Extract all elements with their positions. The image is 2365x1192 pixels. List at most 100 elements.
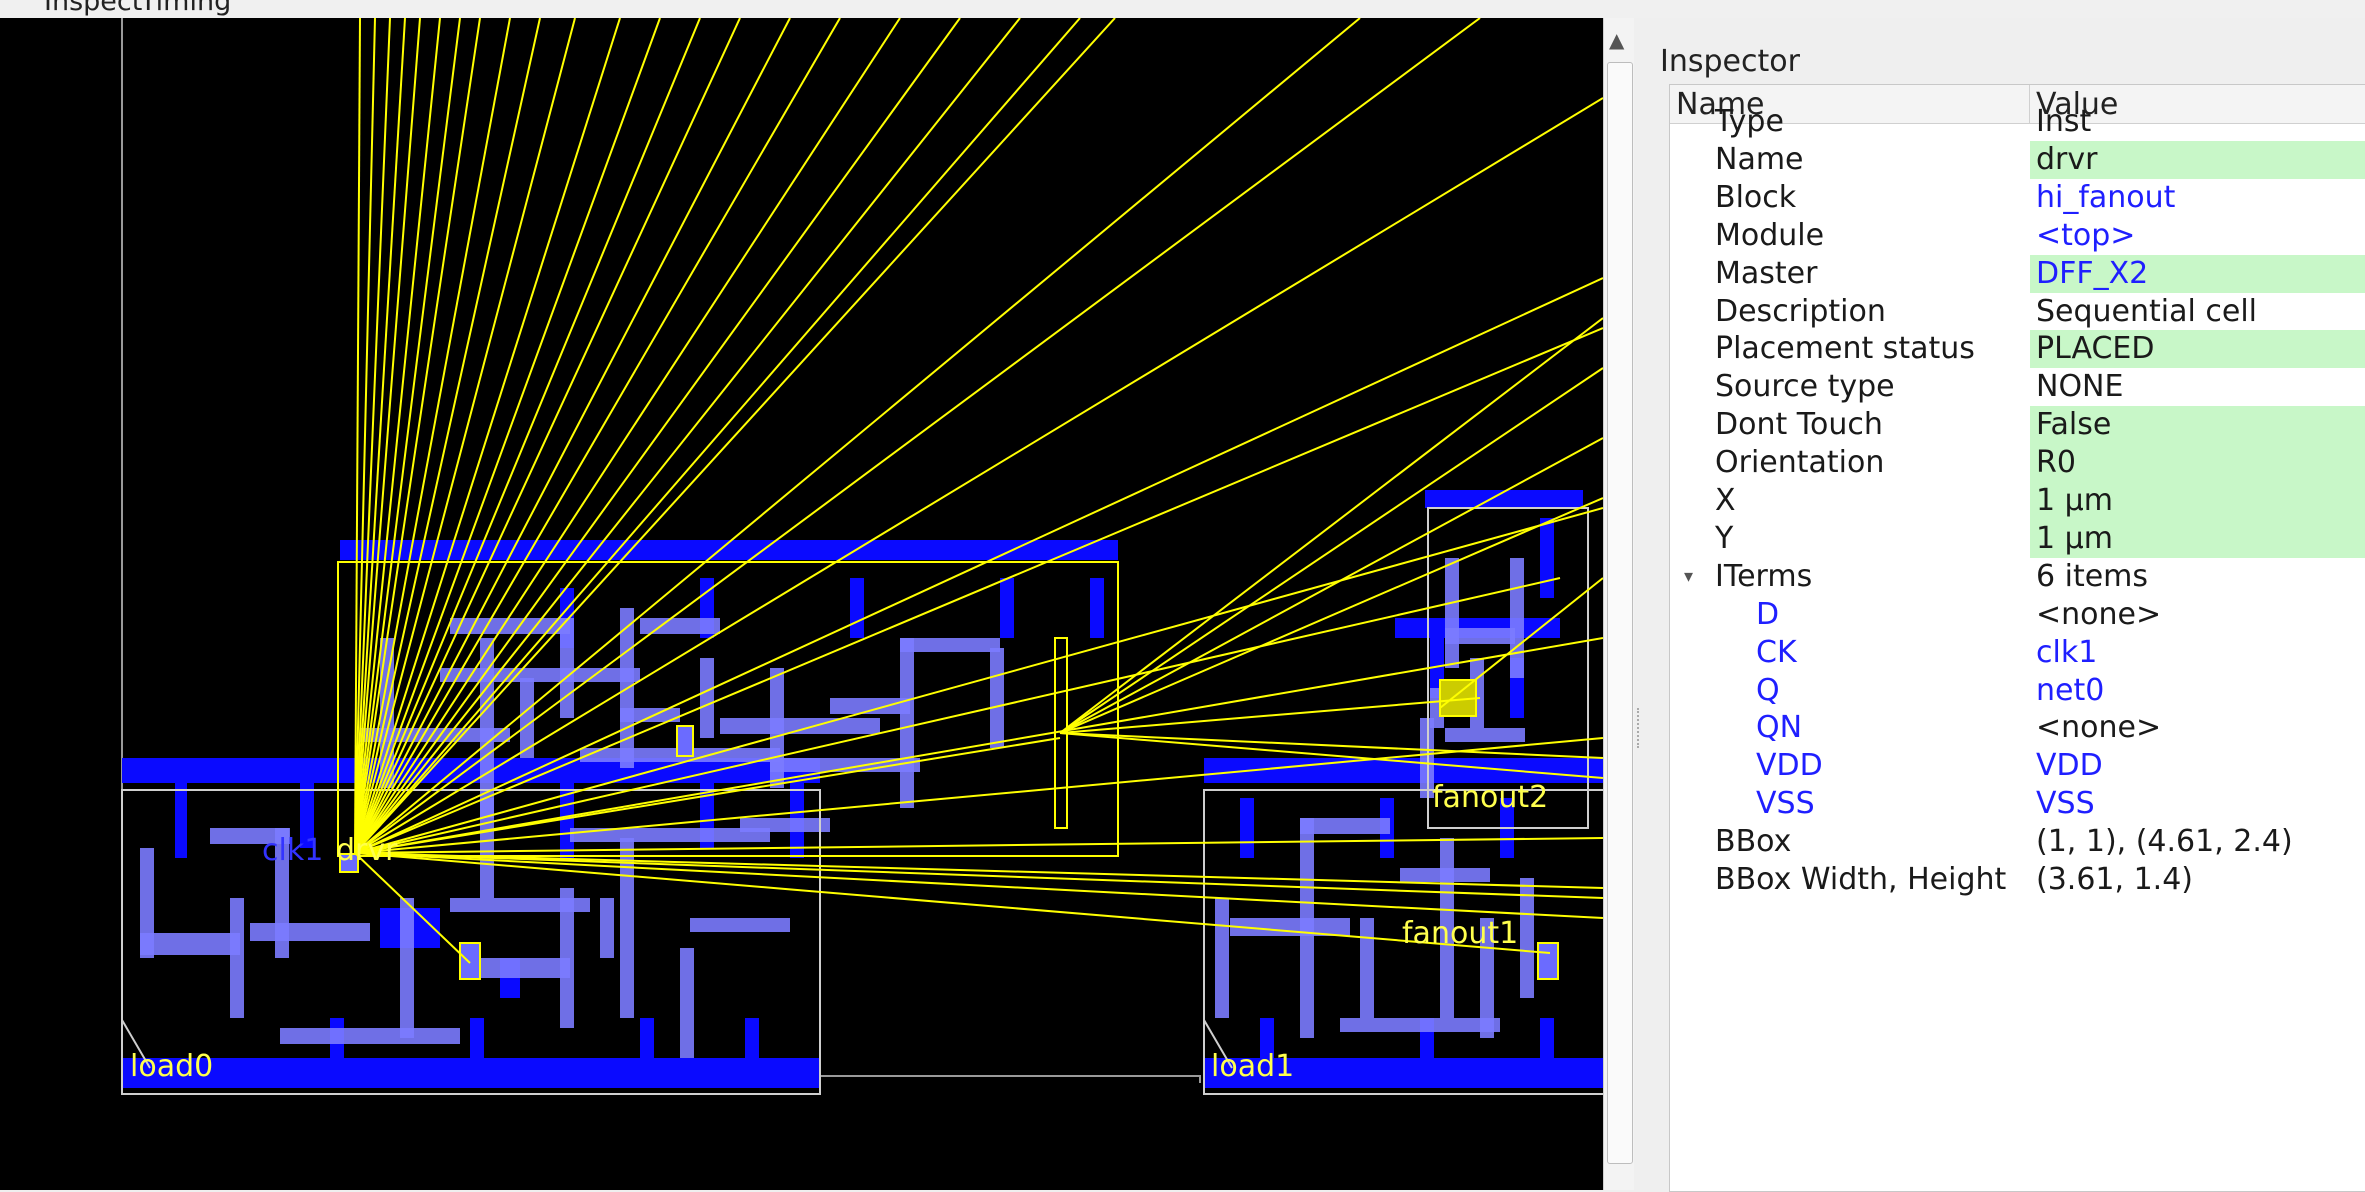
property-value[interactable]: net0	[2030, 672, 2365, 710]
property-row[interactable]: Source type NONE	[1670, 368, 2365, 406]
property-value[interactable]: VDD	[2030, 747, 2365, 785]
metal-shape	[1445, 558, 1459, 668]
metal-shape	[1215, 898, 1229, 1018]
property-key: Q	[1756, 672, 1780, 708]
property-row[interactable]: Block hi_fanout	[1670, 179, 2365, 217]
menu-inspect[interactable]: Inspect	[44, 0, 142, 17]
metal-shape	[560, 618, 574, 718]
metal-shape	[1240, 798, 1254, 858]
metal-shape	[745, 1018, 759, 1058]
metal-shape	[900, 638, 1000, 652]
property-row[interactable]: QN <none>	[1670, 709, 2365, 747]
property-key: Master	[1715, 255, 1818, 291]
property-value: (1, 1), (4.61, 2.4)	[2036, 824, 2293, 860]
property-row[interactable]: BBox (1, 1), (4.61, 2.4)	[1670, 823, 2365, 861]
flightline	[354, 18, 541, 854]
property-value[interactable]: hi_fanout	[2030, 179, 2365, 217]
metal-shape	[1300, 818, 1390, 834]
vertical-scrollbar[interactable]: ▲	[1603, 18, 1636, 1190]
property-row[interactable]: BBox Width, Height (3.61, 1.4)	[1670, 861, 2365, 899]
property-value[interactable]: clk1	[2030, 634, 2365, 672]
property-value[interactable]: <top>	[2030, 217, 2365, 255]
metal-shape	[680, 948, 694, 1058]
property-key: Y	[1715, 520, 1734, 556]
property-value[interactable]: VSS	[2030, 785, 2365, 823]
pin	[676, 725, 694, 757]
metal-shape	[1540, 518, 1554, 598]
scrollbar-thumb[interactable]	[1607, 62, 1633, 1164]
inspector-table[interactable]: Name Value Type Inst Name drvr Block hi_fanou…	[1669, 84, 2365, 1192]
property-key: Type	[1715, 104, 1784, 139]
property-key: Module	[1715, 217, 1825, 253]
expand-arrow-icon[interactable]: ▾	[1684, 558, 1693, 596]
property-row[interactable]: X 1 μm	[1670, 482, 2365, 520]
property-key: Dont Touch	[1715, 407, 1883, 443]
flightline	[1059, 697, 1481, 734]
metal-shape	[1090, 578, 1104, 638]
flightline	[354, 97, 1603, 854]
metal-shape	[1360, 918, 1374, 1018]
property-row[interactable]: VSS VSS	[1670, 785, 2365, 823]
property-row[interactable]: ▾ ITerms 6 items	[1670, 558, 2365, 596]
property-value[interactable]: R0	[2030, 444, 2365, 483]
flightline	[354, 18, 661, 854]
property-key: Placement status	[1715, 331, 1975, 367]
layout-canvas[interactable]: clk1 drvr fanout2 fanout1 load0 load1	[0, 18, 1603, 1190]
label-fanout1: fanout1	[1402, 916, 1519, 951]
property-row[interactable]: CK clk1	[1670, 634, 2365, 672]
property-row[interactable]: Module <top>	[1670, 217, 2365, 255]
property-row[interactable]: Placement status PLACED	[1670, 330, 2365, 369]
metal-shape	[1540, 1018, 1554, 1058]
flightline	[354, 18, 1481, 854]
metal-shape	[690, 918, 790, 932]
property-row[interactable]: Master DFF_X2	[1670, 254, 2365, 293]
metal-shape	[1400, 868, 1490, 882]
property-value[interactable]: 1 μm	[2030, 519, 2365, 558]
metal-shape	[1445, 728, 1525, 742]
property-value[interactable]: DFF_X2	[2030, 254, 2365, 293]
metal-shape	[720, 718, 880, 734]
metal-shape	[1000, 578, 1014, 638]
splitter-grip-icon[interactable]	[1637, 708, 1642, 748]
property-value: <none>	[2036, 710, 2162, 746]
metal-shape	[600, 898, 614, 958]
property-key: X	[1715, 483, 1736, 518]
inspector-title: Inspector	[1660, 44, 1800, 79]
property-value[interactable]: PLACED	[2030, 330, 2365, 369]
metal-shape	[640, 1018, 654, 1058]
property-value[interactable]: drvr	[2030, 140, 2365, 179]
label-load1: load1	[1211, 1049, 1295, 1084]
property-row[interactable]: Name drvr	[1670, 140, 2365, 179]
metal-shape	[620, 838, 634, 1018]
property-row[interactable]: Dont Touch False	[1670, 406, 2365, 445]
property-row[interactable]: Orientation R0	[1670, 444, 2365, 483]
panel-splitter[interactable]	[1634, 18, 1644, 1190]
metal-shape	[140, 848, 154, 958]
property-row[interactable]: Description Sequential cell	[1670, 293, 2365, 331]
property-key: ITerms	[1715, 558, 1813, 594]
property-value[interactable]: 1 μm	[2030, 482, 2365, 520]
property-value[interactable]: False	[2030, 406, 2365, 445]
inspector-panel: Inspector Name Value Type Inst Name drvr Blo…	[1644, 18, 2365, 1192]
property-row[interactable]: Qnet0	[1670, 672, 2365, 710]
menu-timing[interactable]: Timing	[140, 0, 231, 17]
property-row[interactable]: Type Inst	[1670, 103, 2365, 141]
property-key: BBox Width, Height	[1715, 862, 2007, 897]
metal-shape	[1445, 628, 1515, 644]
property-row[interactable]: VDD VDD	[1670, 747, 2365, 785]
property-key: Source type	[1715, 369, 1895, 405]
flightline	[354, 737, 1603, 854]
metal-shape	[900, 638, 914, 808]
metal-shape	[1510, 558, 1524, 678]
property-row[interactable]: Y 1 μm	[1670, 519, 2365, 558]
metal-shape	[1340, 1018, 1500, 1032]
scroll-up-icon[interactable]: ▲	[1609, 30, 1624, 50]
property-value: NONE	[2036, 369, 2124, 405]
property-value: (3.61, 1.4)	[2036, 862, 2193, 897]
property-key: VDD	[1756, 748, 1823, 784]
property-key: Block	[1715, 179, 1797, 215]
label-clk1: clk1	[262, 833, 324, 868]
flightline	[354, 18, 481, 854]
property-row[interactable]: D <none>	[1670, 596, 2365, 634]
metal-shape	[140, 933, 240, 955]
